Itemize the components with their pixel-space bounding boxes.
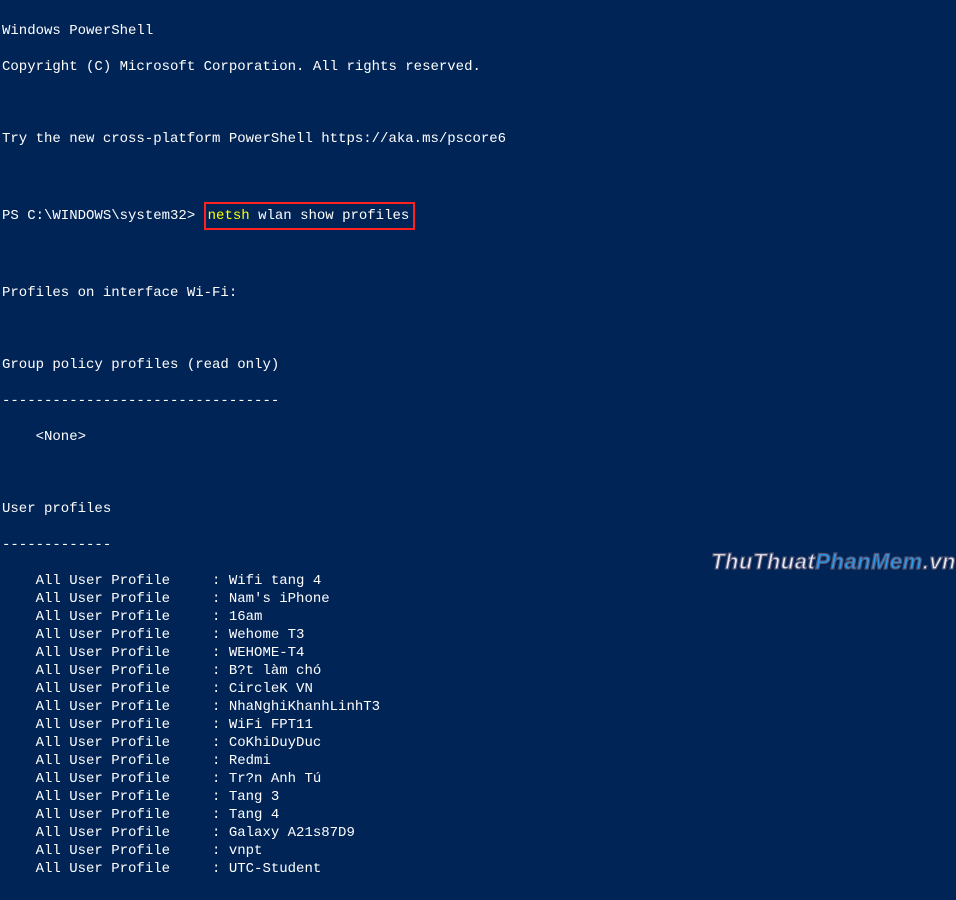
user-profile-row: All User Profile : Tr?n Anh Tú (2, 770, 954, 788)
tip-line: Try the new cross-platform PowerShell ht… (2, 130, 954, 148)
user-profile-row: All User Profile : Redmi (2, 752, 954, 770)
user-profile-row: All User Profile : Tang 3 (2, 788, 954, 806)
user-profile-row: All User Profile : vnpt (2, 842, 954, 860)
user-profile-row: All User Profile : 16am (2, 608, 954, 626)
blank-line (2, 320, 954, 338)
user-profiles-header: User profiles (2, 500, 954, 518)
user-profile-row: All User Profile : WiFi FPT11 (2, 716, 954, 734)
blank-line (2, 464, 954, 482)
group-policy-header: Group policy profiles (read only) (2, 356, 954, 374)
app-title: Windows PowerShell (2, 22, 954, 40)
blank-line (2, 94, 954, 112)
prompt-prefix: PS C:\WINDOWS\system32> (2, 208, 195, 224)
command-args: wlan show profiles (258, 208, 409, 224)
copyright-line: Copyright (C) Microsoft Corporation. All… (2, 58, 954, 76)
user-profile-row: All User Profile : Tang 4 (2, 806, 954, 824)
user-profile-row: All User Profile : Nam's iPhone (2, 590, 954, 608)
profiles-interface-header: Profiles on interface Wi-Fi: (2, 284, 954, 302)
user-profile-row: All User Profile : Wehome T3 (2, 626, 954, 644)
user-profiles-separator: ------------- (2, 536, 954, 554)
command-executable: netsh (208, 208, 250, 224)
user-profile-row: All User Profile : B?t làm chó (2, 662, 954, 680)
user-profile-row: All User Profile : NhaNghiKhanhLinhT3 (2, 698, 954, 716)
command-highlight-box: netsh wlan show profiles (204, 202, 416, 230)
user-profile-row: All User Profile : WEHOME-T4 (2, 644, 954, 662)
user-profile-row: All User Profile : CircleK VN (2, 680, 954, 698)
user-profiles-list: All User Profile : Wifi tang 4 All User … (2, 572, 954, 878)
user-profile-row: All User Profile : Galaxy A21s87D9 (2, 824, 954, 842)
group-policy-separator: --------------------------------- (2, 392, 954, 410)
user-profile-row: All User Profile : UTC-Student (2, 860, 954, 878)
user-profile-row: All User Profile : Wifi tang 4 (2, 572, 954, 590)
user-profile-row: All User Profile : CoKhiDuyDuc (2, 734, 954, 752)
blank-line (2, 166, 954, 184)
group-policy-none: <None> (2, 428, 954, 446)
prompt-line: PS C:\WINDOWS\system32> netsh wlan show … (2, 202, 954, 230)
powershell-terminal[interactable]: Windows PowerShell Copyright (C) Microso… (0, 0, 956, 900)
blank-line (2, 248, 954, 266)
